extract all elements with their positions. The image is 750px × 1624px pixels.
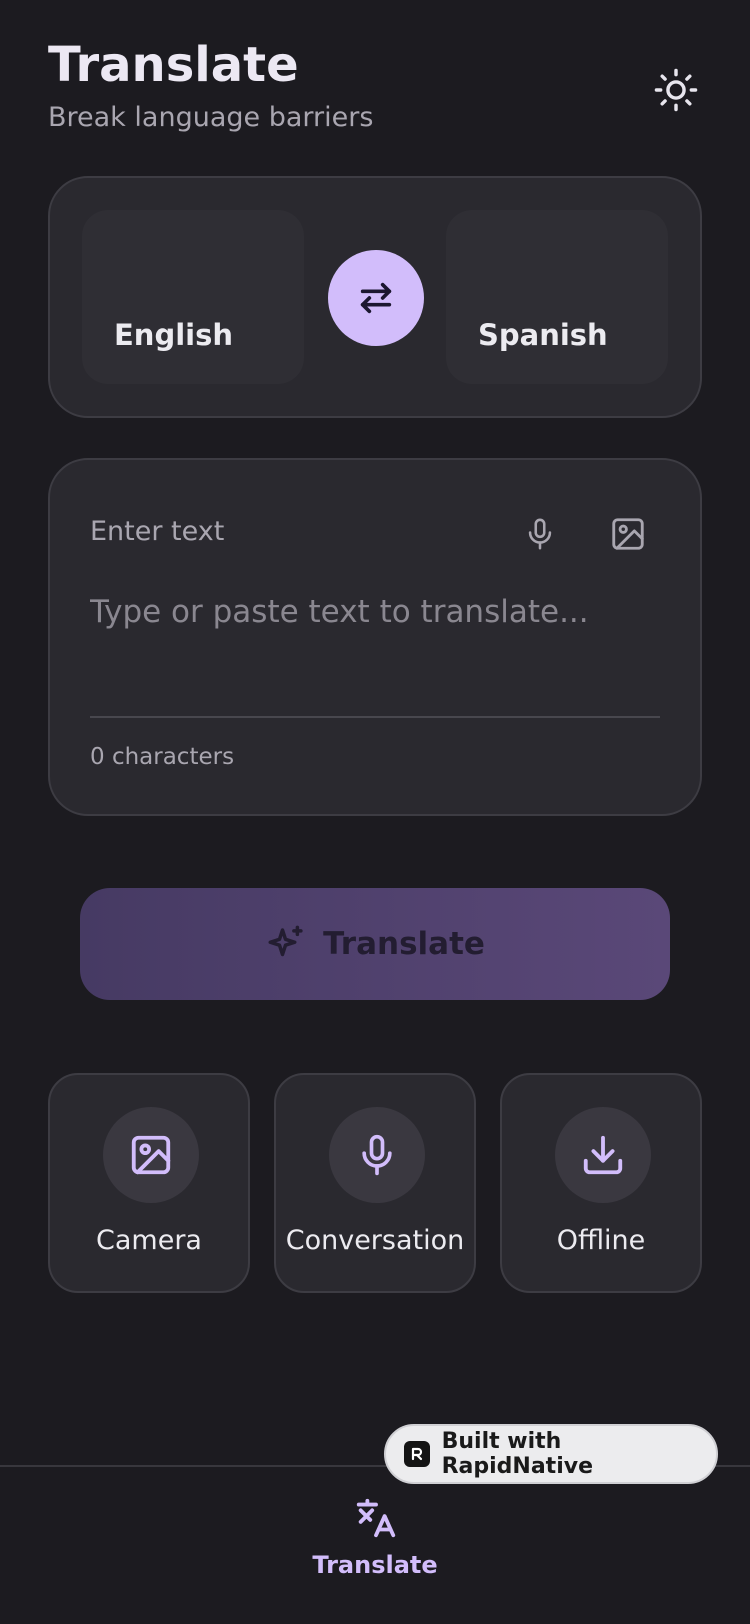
feature-icon-circle bbox=[329, 1107, 425, 1203]
conversation-feature-button[interactable]: Conversation bbox=[274, 1073, 476, 1293]
feature-label: Camera bbox=[96, 1225, 202, 1256]
image-icon bbox=[131, 1135, 171, 1175]
offline-feature-button[interactable]: Offline bbox=[500, 1073, 702, 1293]
feature-icon-circle bbox=[555, 1107, 651, 1203]
translate-button-label: Translate bbox=[323, 926, 485, 962]
page-title: Translate bbox=[48, 37, 299, 93]
translate-icon bbox=[356, 1498, 396, 1538]
input-label: Enter text bbox=[90, 516, 225, 547]
page-subtitle: Break language barriers bbox=[48, 102, 374, 133]
source-language-label: English bbox=[114, 318, 234, 352]
image-icon bbox=[612, 518, 644, 550]
header: Translate Break language barriers bbox=[48, 36, 702, 146]
microphone-icon bbox=[528, 518, 552, 550]
target-language-select[interactable]: Spanish bbox=[446, 210, 668, 384]
swap-arrows-icon bbox=[360, 282, 392, 314]
feature-label: Conversation bbox=[285, 1225, 465, 1256]
bottom-tab-bar: Translate bbox=[0, 1465, 750, 1624]
image-input-button[interactable] bbox=[608, 514, 648, 554]
theme-toggle-button[interactable] bbox=[650, 64, 702, 116]
source-language-select[interactable]: English bbox=[82, 210, 304, 384]
translate-button[interactable]: Translate bbox=[80, 888, 670, 1000]
sparkles-icon bbox=[268, 925, 303, 957]
swap-languages-button[interactable] bbox=[328, 250, 424, 346]
target-language-label: Spanish bbox=[478, 318, 608, 352]
built-with-badge[interactable]: Built with RapidNative bbox=[384, 1424, 718, 1484]
rapidnative-logo-icon bbox=[404, 1441, 430, 1467]
input-divider bbox=[90, 716, 660, 718]
character-count: 0 characters bbox=[90, 744, 235, 770]
language-selector-card: English Spanish bbox=[48, 176, 702, 418]
tab-translate-label: Translate bbox=[312, 1551, 438, 1579]
voice-input-button[interactable] bbox=[520, 514, 560, 554]
feature-label: Offline bbox=[556, 1225, 646, 1256]
built-with-label: Built with RapidNative bbox=[441, 1429, 593, 1479]
sun-icon bbox=[654, 68, 698, 112]
microphone-icon bbox=[362, 1134, 392, 1176]
tab-translate[interactable]: Translate bbox=[310, 1495, 440, 1595]
camera-feature-button[interactable]: Camera bbox=[48, 1073, 250, 1293]
text-input-card: Enter text 0 characters bbox=[48, 458, 702, 816]
feature-icon-circle bbox=[103, 1107, 199, 1203]
text-input[interactable] bbox=[90, 594, 660, 694]
download-icon bbox=[583, 1135, 623, 1175]
